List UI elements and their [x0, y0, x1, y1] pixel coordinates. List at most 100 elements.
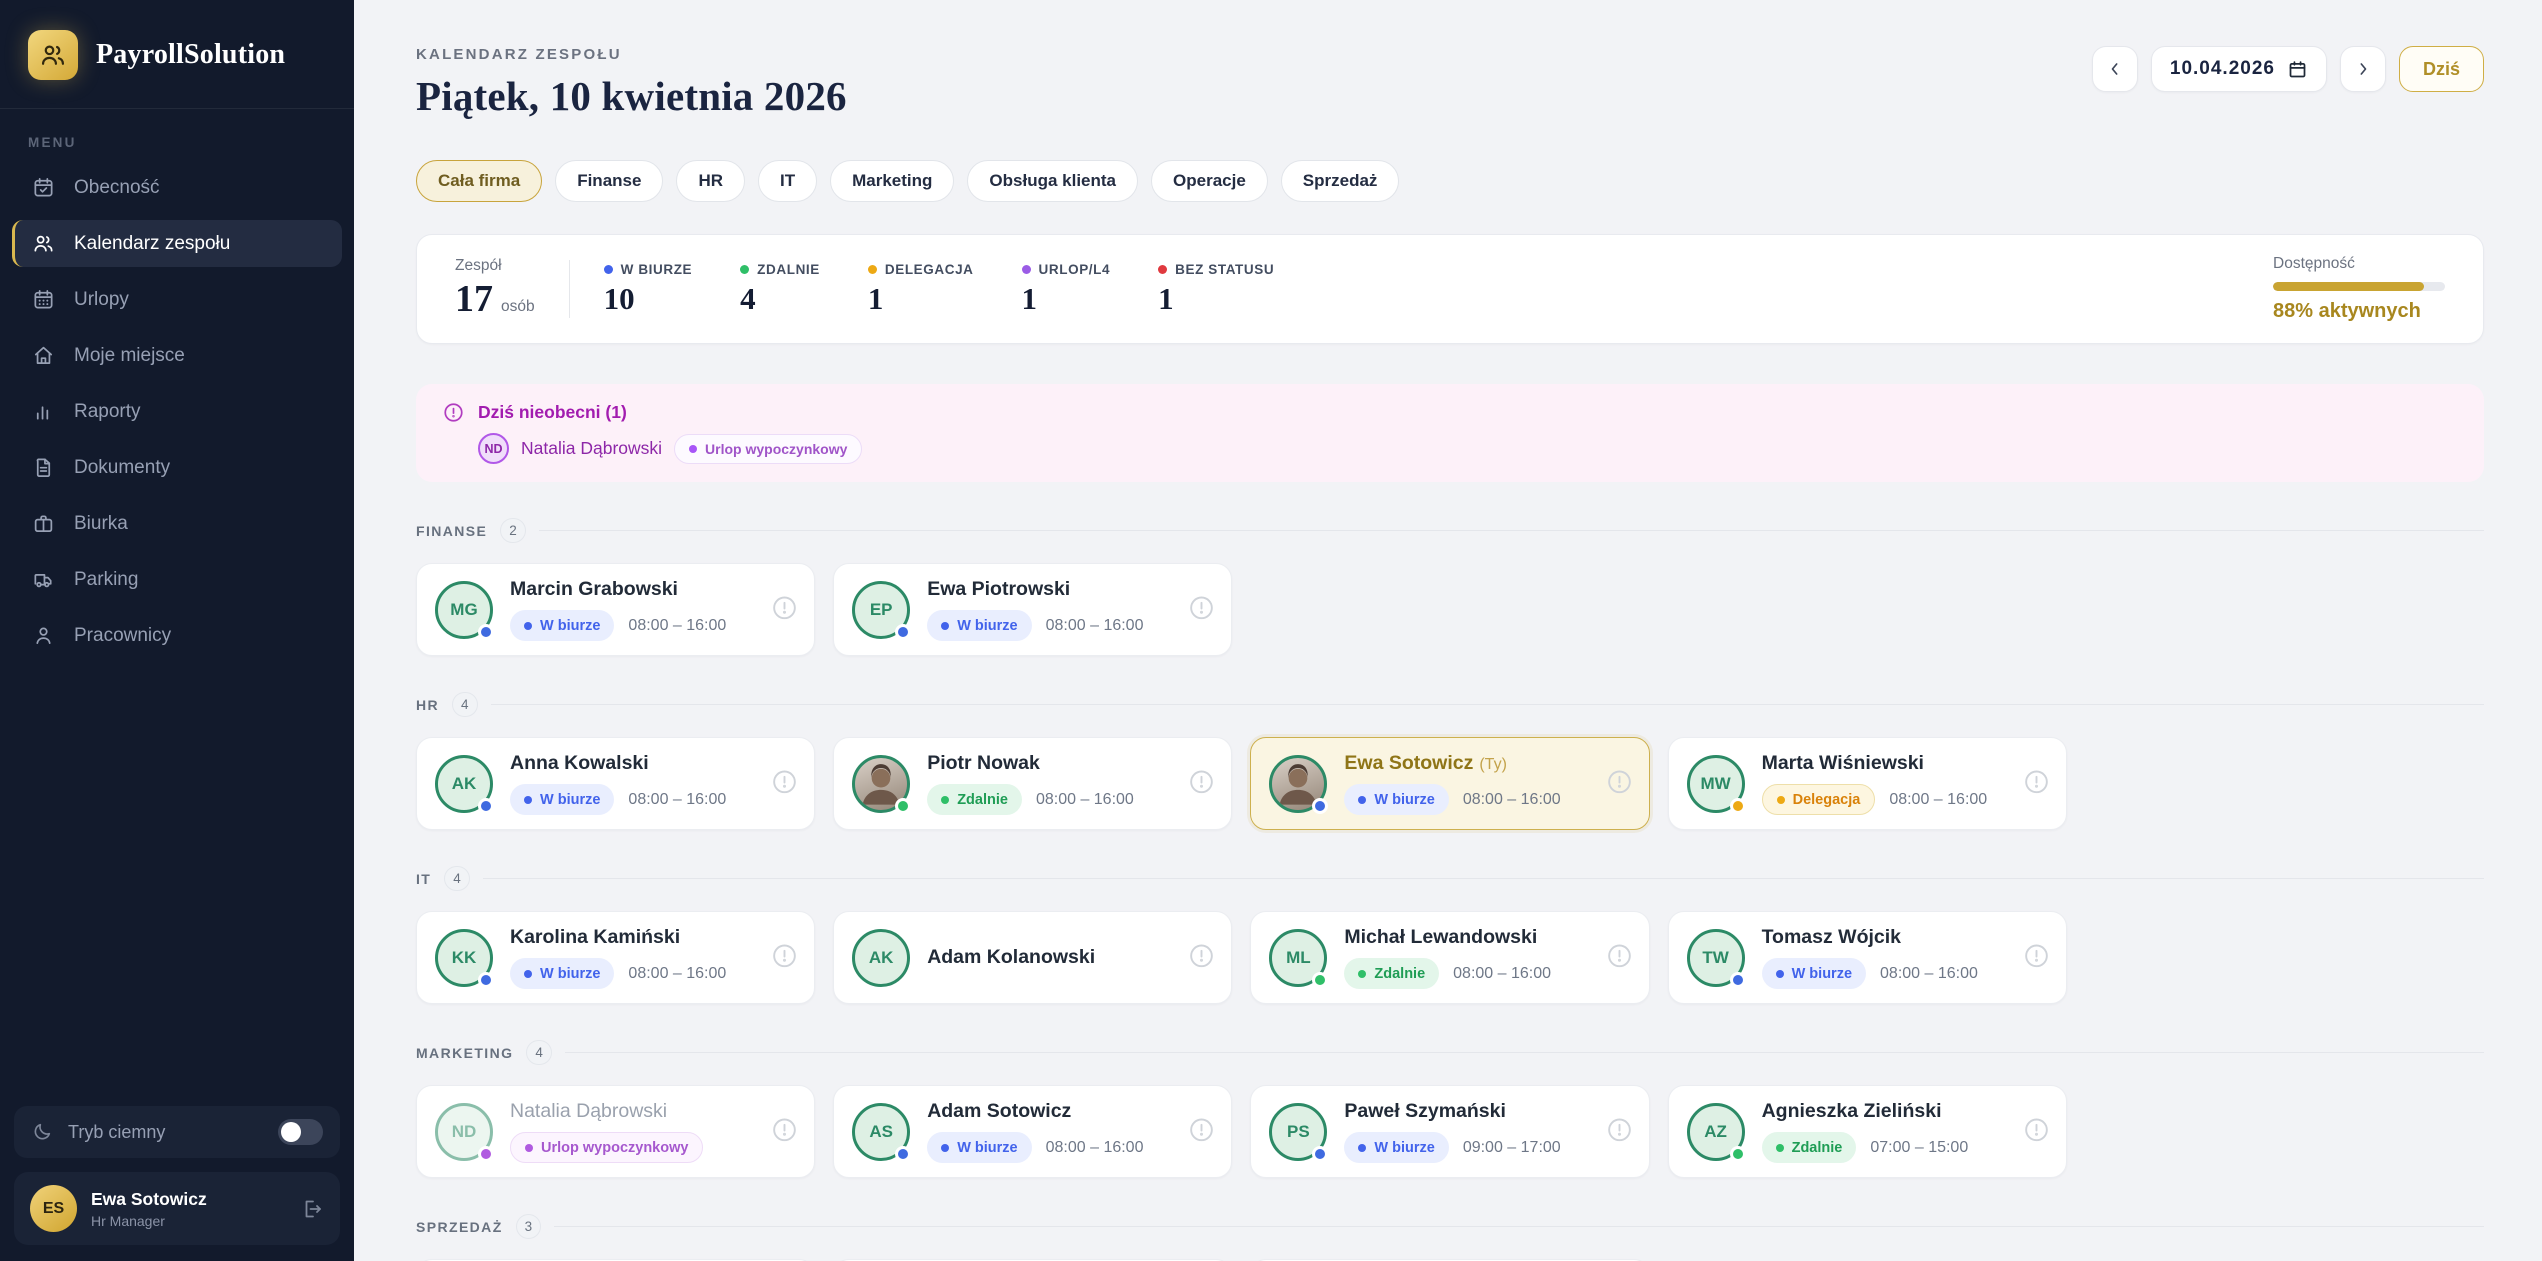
filter-chip-ca-a-firma[interactable]: Cała firma [416, 160, 542, 202]
info-icon[interactable] [2023, 1116, 2050, 1143]
status-dot [689, 445, 697, 453]
stat-bez-statusu: BEZ STATUSU1 [1158, 262, 1274, 317]
dark-mode-row[interactable]: Tryb ciemny [14, 1106, 340, 1158]
person-card-tomasz-wojcik[interactable]: TWTomasz WójcikW biurze08:00 – 16:00 [1668, 911, 2067, 1004]
department-section-sprzedaz: SPRZEDAŻ3KKKrzysztof KaczmarekW biurze08… [416, 1214, 2484, 1261]
person-card-natalia-dabrowski[interactable]: NDNatalia DąbrowskiUrlop wypoczynkowy [416, 1085, 815, 1178]
sidebar-item-biurka[interactable]: Biurka [12, 500, 342, 547]
filter-chip-finanse[interactable]: Finanse [555, 160, 663, 202]
section-count-badge: 4 [526, 1040, 552, 1065]
status-badge: W biurze [510, 610, 614, 641]
person-card-adam-sotowicz[interactable]: ASAdam SotowiczW biurze08:00 – 16:00 [833, 1085, 1232, 1178]
user-name: Ewa Sotowicz [91, 1189, 207, 1210]
info-icon[interactable] [2023, 768, 2050, 795]
summary-card: Zespół 17 osób W BIURZE10ZDALNIE4DELEGAC… [416, 234, 2484, 344]
availability-label: Dostępność [2273, 255, 2445, 273]
info-icon[interactable] [1606, 1116, 1633, 1143]
info-icon[interactable] [771, 1116, 798, 1143]
info-icon[interactable] [771, 594, 798, 621]
person-name: Agnieszka Zieliński [1762, 1100, 1969, 1123]
person-card-ewa-sotowicz[interactable]: Ewa Sotowicz(Ty)W biurze08:00 – 16:00 [1250, 737, 1649, 830]
dark-mode-toggle[interactable] [278, 1119, 323, 1145]
person-card-adam-kolanowski[interactable]: AKAdam Kolanowski [833, 911, 1232, 1004]
user-card[interactable]: ES Ewa Sotowicz Hr Manager [14, 1172, 340, 1245]
filter-chip-operacje[interactable]: Operacje [1151, 160, 1268, 202]
filter-chip-marketing[interactable]: Marketing [830, 160, 954, 202]
work-hours: 08:00 – 16:00 [1046, 1139, 1144, 1157]
presence-dot [1312, 798, 1328, 814]
moon-icon [31, 1121, 53, 1143]
person-card-agnieszka-zielinski[interactable]: AZAgnieszka ZielińskiZdalnie07:00 – 15:0… [1668, 1085, 2067, 1178]
person-card-ewa-piotrowski[interactable]: EPEwa PiotrowskiW biurze08:00 – 16:00 [833, 563, 1232, 656]
sidebar-item-urlopy[interactable]: Urlopy [12, 276, 342, 323]
sidebar-item-dokumenty[interactable]: Dokumenty [12, 444, 342, 491]
section-count-badge: 2 [500, 518, 526, 543]
next-day-button[interactable] [2340, 46, 2386, 92]
person-card-marta-wisniewski[interactable]: MWMarta WiśniewskiDelegacja08:00 – 16:00 [1668, 737, 2067, 830]
info-icon[interactable] [1188, 942, 1215, 969]
sidebar-item-label: Parking [74, 569, 138, 591]
stat-urlop-l4: URLOP/L41 [1022, 262, 1111, 317]
person-card-pawe-szymanski[interactable]: PSPaweł SzymańskiW biurze09:00 – 17:00 [1250, 1085, 1649, 1178]
presence-dot [1730, 1146, 1746, 1162]
prev-day-button[interactable] [2092, 46, 2138, 92]
info-icon[interactable] [771, 942, 798, 969]
dark-mode-label: Tryb ciemny [68, 1122, 165, 1143]
absent-banner-title: Dziś nieobecni (1) [478, 402, 627, 423]
person-name: Marta Wiśniewski [1762, 752, 1988, 775]
info-icon[interactable] [1188, 1116, 1215, 1143]
sidebar-item-pracownicy[interactable]: Pracownicy [12, 612, 342, 659]
person-icon [32, 624, 55, 647]
filter-chip-it[interactable]: IT [758, 160, 817, 202]
users-icon [32, 232, 55, 255]
person-card-micha-lewandowski[interactable]: MLMichał LewandowskiZdalnie08:00 – 16:00 [1250, 911, 1649, 1004]
car-icon [32, 568, 55, 591]
person-card-piotr-nowak[interactable]: Piotr NowakZdalnie08:00 – 16:00 [833, 737, 1232, 830]
info-icon[interactable] [1606, 768, 1633, 795]
info-icon[interactable] [1188, 594, 1215, 621]
filter-chip-obs-uga-klienta[interactable]: Obsługa klienta [967, 160, 1138, 202]
section-count-badge: 4 [444, 866, 470, 891]
section-count-badge: 3 [516, 1214, 542, 1239]
filter-chip-sprzedaz[interactable]: Sprzedaż [1281, 160, 1400, 202]
info-icon[interactable] [771, 768, 798, 795]
status-dot [604, 265, 613, 274]
sidebar-item-moje-miejsce[interactable]: Moje miejsce [12, 332, 342, 379]
department-section-it: IT4KKKarolina KamińskiW biurze08:00 – 16… [416, 866, 2484, 1004]
person-card-marcin-grabowski[interactable]: MGMarcin GrabowskiW biurze08:00 – 16:00 [416, 563, 815, 656]
presence-dot [478, 972, 494, 988]
date-value: 10.04.2026 [2170, 58, 2275, 80]
absent-person-row[interactable]: ND Natalia Dąbrowski Urlop wypoczynkowy [478, 433, 2458, 464]
department-section-marketing: MARKETING4NDNatalia DąbrowskiUrlop wypoc… [416, 1040, 2484, 1178]
team-label: Zespół [455, 257, 535, 275]
team-sections: FINANSE2MGMarcin GrabowskiW biurze08:00 … [416, 518, 2484, 1261]
absent-person-name: Natalia Dąbrowski [521, 438, 662, 459]
app-title: PayrollSolution [96, 39, 285, 71]
person-name: Paweł Szymański [1344, 1100, 1560, 1123]
work-hours: 08:00 – 16:00 [628, 791, 726, 809]
status-dot [1158, 265, 1167, 274]
stat-label: BEZ STATUSU [1175, 262, 1274, 277]
status-badge: W biurze [1762, 958, 1866, 989]
presence-dot [895, 624, 911, 640]
sidebar-item-raporty[interactable]: Raporty [12, 388, 342, 435]
work-hours: 08:00 – 16:00 [1453, 965, 1551, 983]
sidebar-item-parking[interactable]: Parking [12, 556, 342, 603]
person-card-anna-kowalski[interactable]: AKAnna KowalskiW biurze08:00 – 16:00 [416, 737, 815, 830]
filter-chip-hr[interactable]: HR [676, 160, 745, 202]
info-icon[interactable] [2023, 942, 2050, 969]
person-card-karolina-kaminski[interactable]: KKKarolina KamińskiW biurze08:00 – 16:00 [416, 911, 815, 1004]
date-input[interactable]: 10.04.2026 [2151, 46, 2327, 92]
logout-icon[interactable] [300, 1197, 324, 1221]
status-dot [740, 265, 749, 274]
presence-dot [1312, 972, 1328, 988]
info-icon[interactable] [1606, 942, 1633, 969]
today-button[interactable]: Dziś [2399, 46, 2484, 92]
info-icon[interactable] [1188, 768, 1215, 795]
avatar: AK [852, 929, 910, 987]
sidebar-item-kalendarz-zespo-u[interactable]: Kalendarz zespołu [12, 220, 342, 267]
work-hours: 08:00 – 16:00 [1880, 965, 1978, 983]
department-filter-bar: Cała firma Finanse HR IT Marketing Obsługa kl… [416, 160, 2484, 202]
sidebar-item-obecnosc[interactable]: Obecność [12, 164, 342, 211]
stat-w-biurze: W BIURZE10 [604, 262, 693, 317]
